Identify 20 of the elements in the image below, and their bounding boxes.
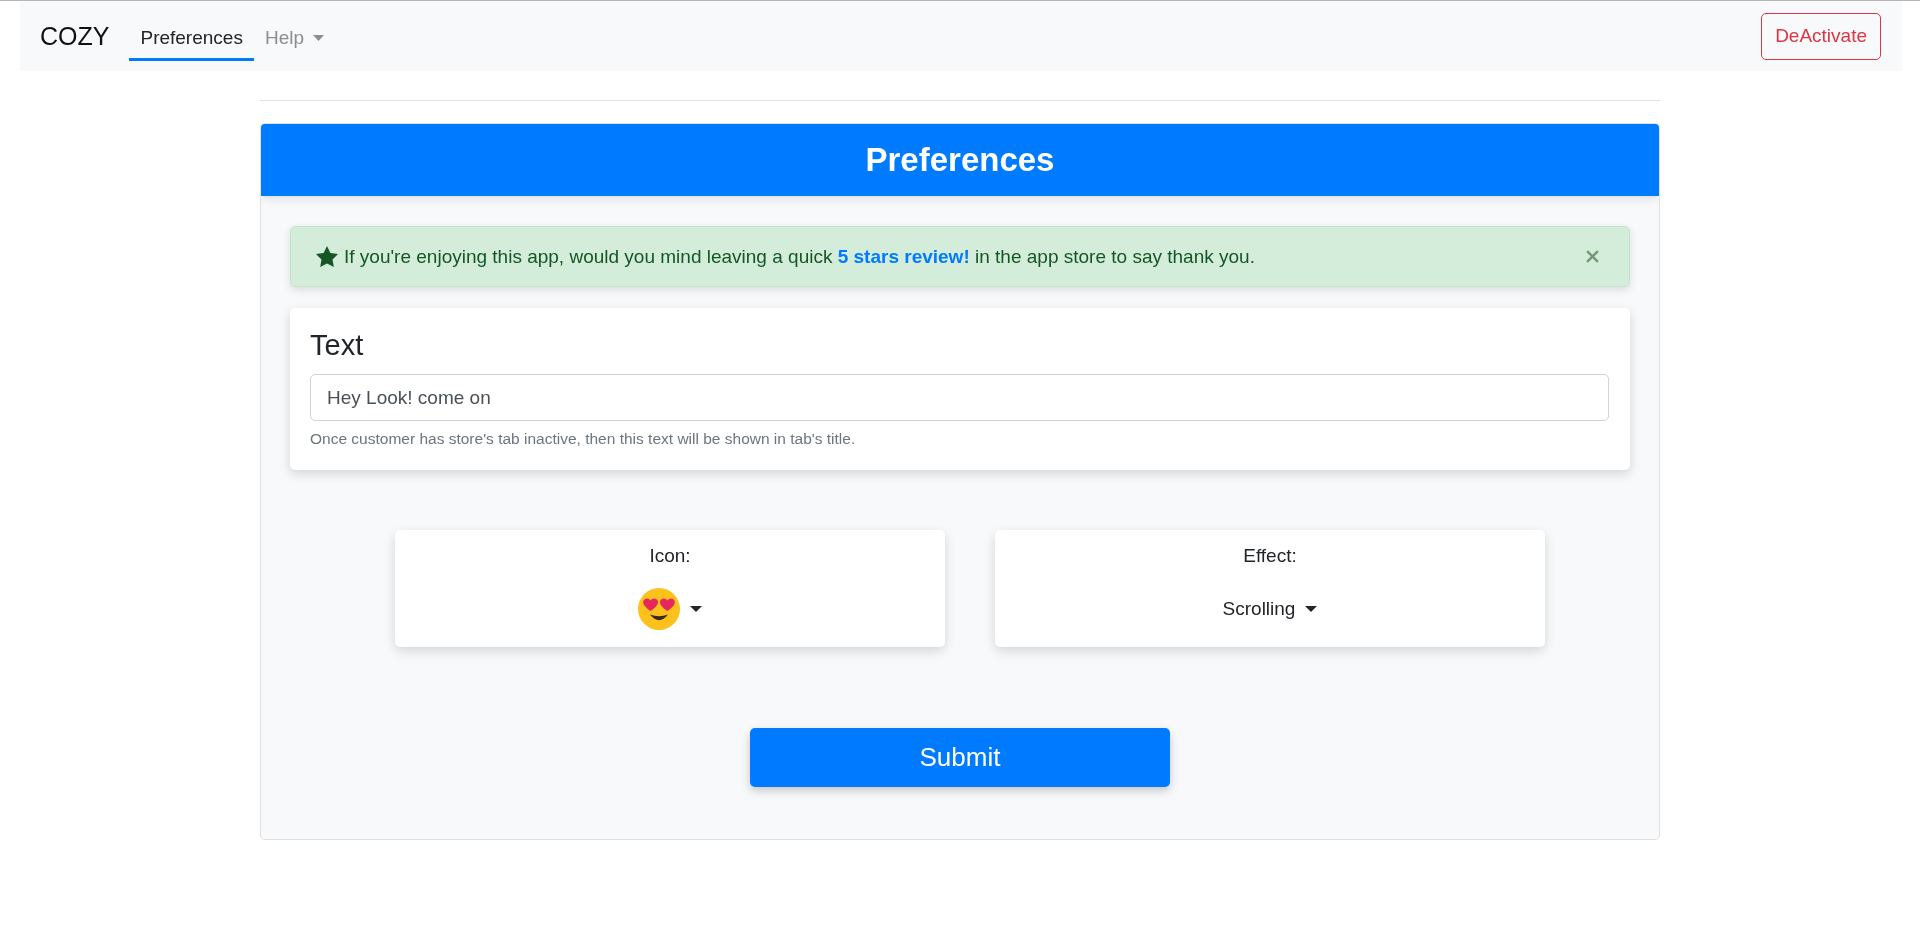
- card-title: Preferences: [865, 140, 1055, 180]
- heart-eyes-face-icon: [638, 588, 680, 630]
- submit-button[interactable]: Submit: [750, 728, 1170, 787]
- help-text: Once customer has store's tab inactive, then this text will be shown in tab's title.: [310, 429, 857, 449]
- close-button[interactable]: [1586, 250, 1599, 263]
- alert-message: If you're enjoying this app, would you mind leaving a quick 5 stars review! in the app store to say thank you.: [344, 244, 1256, 269]
- caret-icon: [1305, 606, 1318, 612]
- dropdown-button[interactable]: Scrolling: [1222, 587, 1318, 631]
- selector-label: Icon:: [649, 544, 691, 568]
- selector-label: Effect:: [1243, 544, 1297, 568]
- caret-icon: [690, 606, 702, 612]
- star-icon: [316, 246, 338, 267]
- text-input[interactable]: Hey Look! come on: [310, 374, 1609, 421]
- nav-link[interactable]: Preferences: [129, 18, 254, 61]
- deactivate-button[interactable]: DeActivate: [1761, 12, 1881, 60]
- field-label: Text: [310, 328, 365, 363]
- close-icon: [1586, 250, 1599, 263]
- navbar-brand[interactable]: COZY: [40, 21, 110, 51]
- caret-icon: [313, 35, 324, 41]
- icon-dropdown[interactable]: [638, 587, 702, 631]
